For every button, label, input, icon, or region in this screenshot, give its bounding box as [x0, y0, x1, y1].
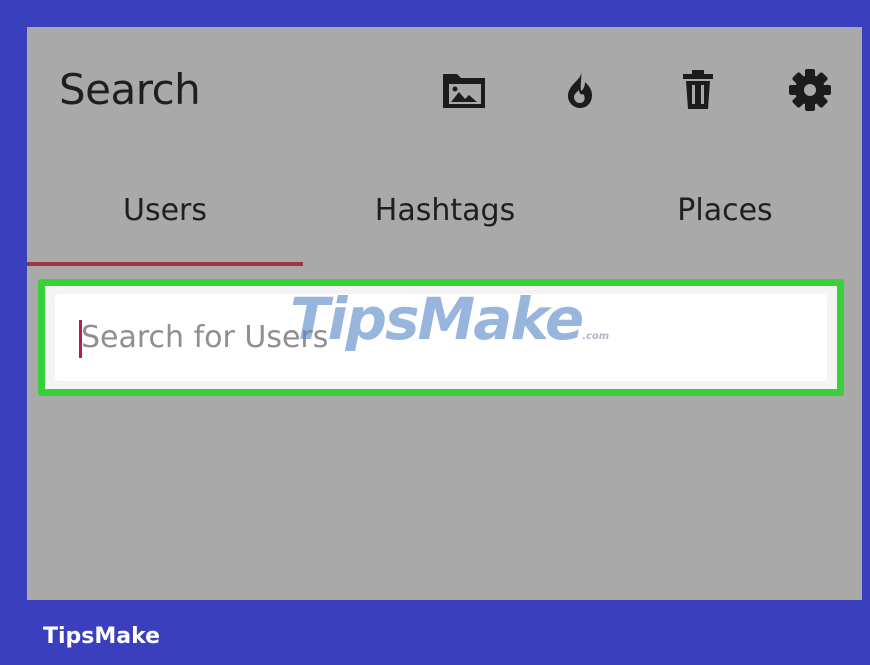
- delete-button[interactable]: [673, 67, 723, 113]
- image-folder-button[interactable]: [439, 67, 489, 113]
- selected-tab-indicator: [27, 262, 303, 266]
- app-screen: Search Users Hashtags Places Search for …: [27, 27, 862, 600]
- text-cursor: [79, 320, 82, 358]
- trash-icon: [681, 69, 715, 111]
- settings-button[interactable]: [785, 67, 835, 113]
- tab-hashtags[interactable]: Hashtags: [305, 193, 585, 228]
- flame-button[interactable]: [555, 67, 605, 113]
- flame-icon: [564, 70, 596, 110]
- page-title: Search: [59, 65, 201, 114]
- search-field-highlight: [38, 279, 844, 396]
- footer-brand: TipsMake: [43, 624, 161, 649]
- tab-places[interactable]: Places: [585, 193, 865, 228]
- tab-users[interactable]: Users: [27, 193, 303, 228]
- search-input[interactable]: [55, 294, 827, 381]
- image-folder-icon: [441, 70, 487, 110]
- gear-icon: [788, 68, 832, 112]
